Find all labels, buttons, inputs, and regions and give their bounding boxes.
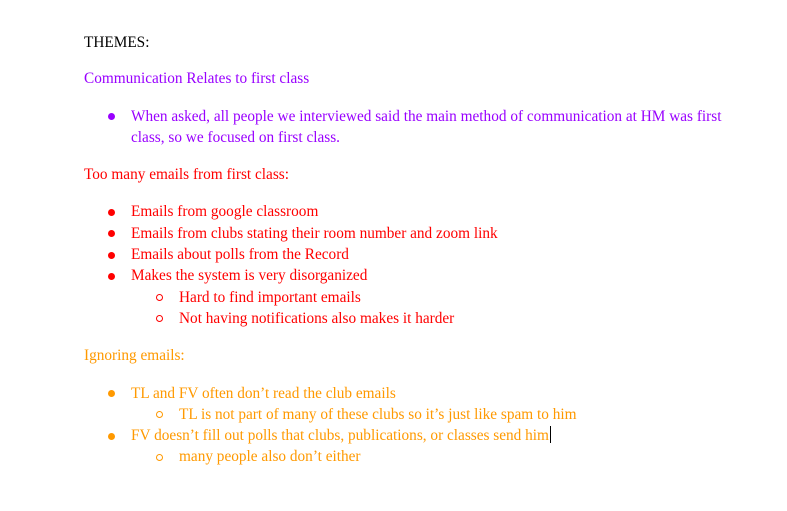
sub-list-item-text: Not having notifications also makes it h… (179, 309, 455, 327)
list-item-text: FV doesn’t fill out polls that clubs, pu… (131, 427, 549, 445)
list-item-text: Emails from google classroom (131, 203, 319, 221)
sub-bullet-list: Hard to find important emails Not having… (131, 287, 724, 330)
section-communication: Communication Relates to first class Whe… (84, 68, 724, 148)
bullet-list: When asked, all people we interviewed sa… (84, 106, 724, 149)
section-heading: Communication Relates to first class (84, 70, 310, 88)
bullet-dot-icon (108, 390, 115, 398)
bullet-list: Emails from google classroom Emails from… (84, 201, 724, 329)
bullet-dot-icon (108, 272, 115, 280)
bullet-list: TL and FV often don’t read the club emai… (84, 383, 724, 468)
list-item-text: When asked, all people we interviewed sa… (131, 107, 722, 146)
list-item: Emails about polls from the Record (84, 244, 724, 265)
sub-list-item-text: Hard to find important emails (179, 288, 361, 306)
list-item: Makes the system is very disorganized Ha… (84, 265, 724, 329)
list-item-text: Emails from clubs stating their room num… (131, 224, 498, 242)
section-heading: Ignoring emails: (84, 347, 185, 365)
hollow-circle-icon (156, 453, 163, 461)
list-item: TL and FV often don’t read the club emai… (84, 383, 724, 426)
sub-list-item-text: many people also don’t either (179, 448, 361, 466)
sub-bullet-list: many people also don’t either (131, 446, 724, 467)
text-cursor (549, 426, 551, 444)
bullet-dot-icon (108, 230, 115, 238)
document-page[interactable]: THEMES: Communication Relates to first c… (0, 0, 787, 511)
bullet-dot-icon (108, 113, 115, 121)
section-too-many-emails: Too many emails from first class: Emails… (84, 164, 724, 329)
bullet-dot-icon (108, 251, 115, 259)
section-ignoring-emails: Ignoring emails: TL and FV often don’t r… (84, 345, 724, 467)
list-item: Emails from clubs stating their room num… (84, 223, 724, 244)
list-item: Emails from google classroom (84, 201, 724, 222)
document-body[interactable]: THEMES: Communication Relates to first c… (84, 32, 724, 484)
sub-list-item: many people also don’t either (131, 446, 724, 467)
hollow-circle-icon (156, 411, 163, 419)
sub-list-item: Hard to find important emails (131, 287, 724, 308)
bullet-dot-icon (108, 432, 115, 440)
list-item: When asked, all people we interviewed sa… (84, 106, 724, 149)
list-item-text: TL and FV often don’t read the club emai… (131, 384, 396, 402)
sub-list-item: TL is not part of many of these clubs so… (131, 404, 724, 425)
document-title: THEMES: (84, 34, 150, 51)
list-item-text: Emails about polls from the Record (131, 246, 349, 264)
hollow-circle-icon (156, 315, 163, 323)
list-item-text: Makes the system is very disorganized (131, 267, 368, 285)
section-heading: Too many emails from first class: (84, 166, 289, 184)
sub-list-item-text: TL is not part of many of these clubs so… (179, 405, 577, 423)
bullet-dot-icon (108, 208, 115, 216)
hollow-circle-icon (156, 294, 163, 302)
sub-list-item: Not having notifications also makes it h… (131, 308, 724, 329)
sub-bullet-list: TL is not part of many of these clubs so… (131, 404, 724, 425)
list-item: FV doesn’t fill out polls that clubs, pu… (84, 425, 724, 468)
